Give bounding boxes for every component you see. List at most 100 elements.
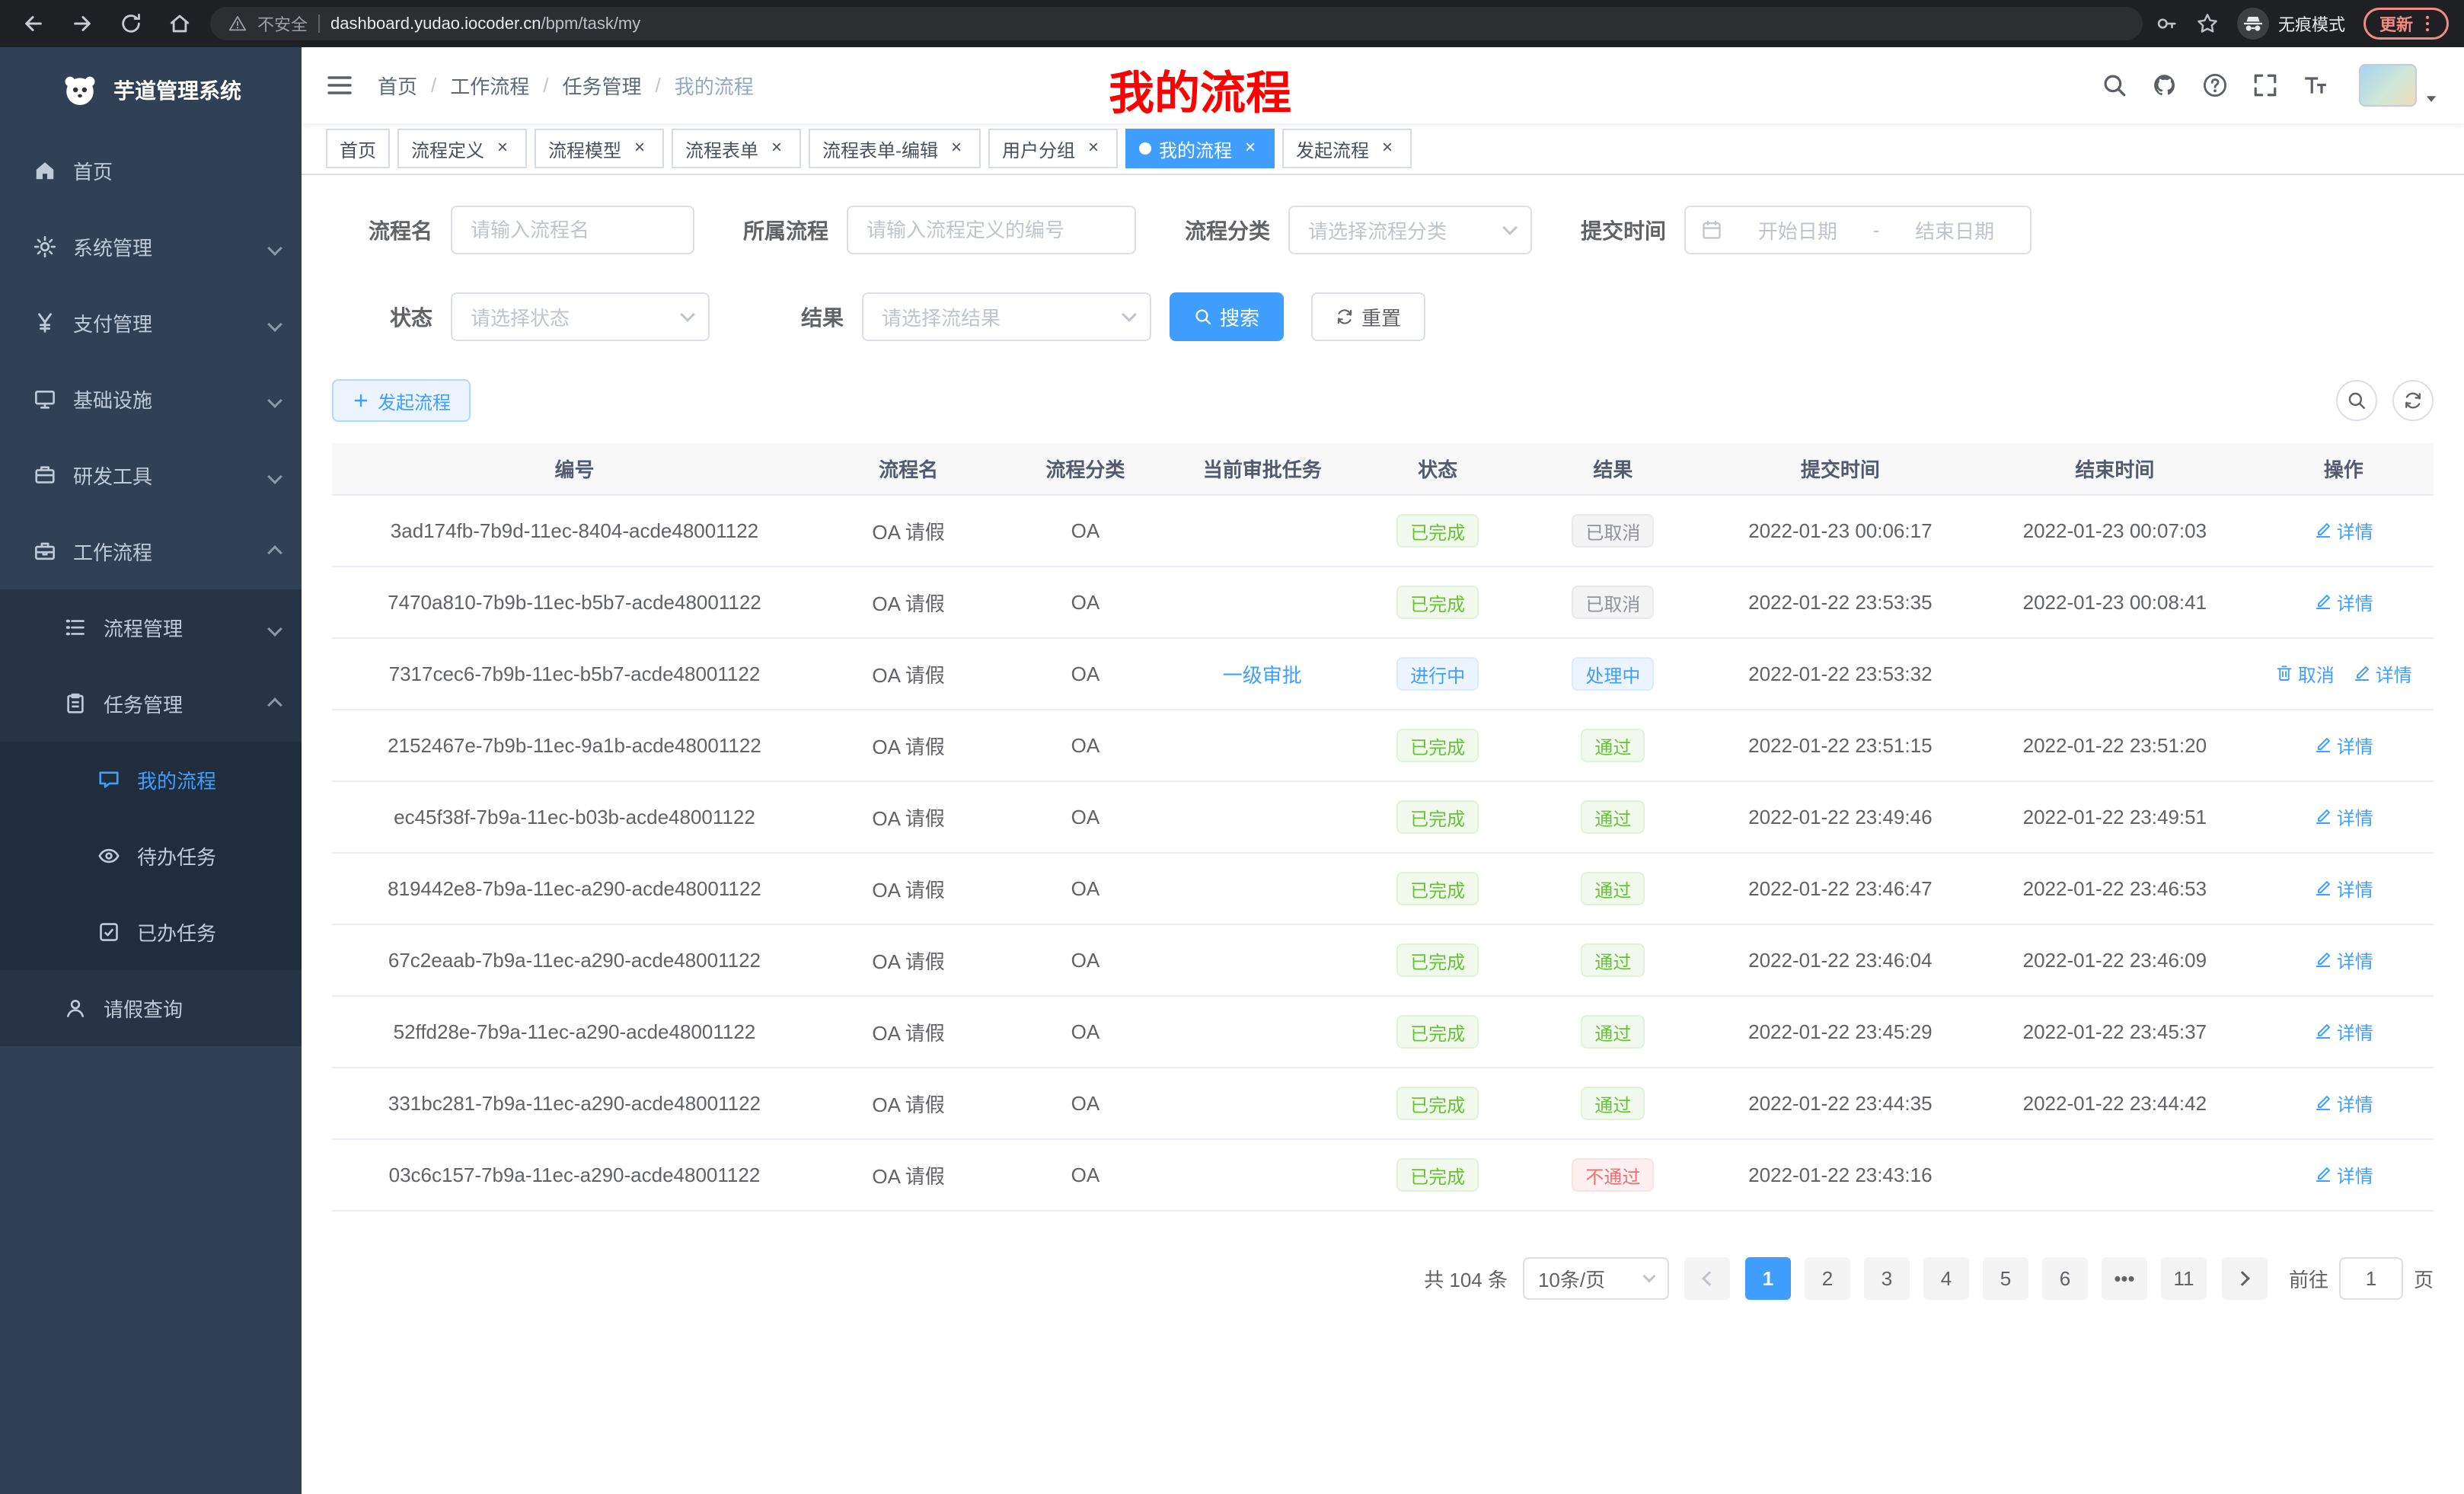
tab-3[interactable]: 流程表单×	[672, 129, 801, 168]
user-avatar[interactable]	[2359, 64, 2417, 107]
result-select[interactable]: 请选择流结果	[862, 292, 1151, 341]
pagination-prev-button[interactable]	[1684, 1257, 1730, 1300]
home-button[interactable]	[161, 5, 198, 42]
tab-label: 流程模型	[548, 136, 621, 162]
cell-status: 已完成	[1354, 567, 1521, 638]
back-button[interactable]	[15, 5, 52, 42]
tab-2[interactable]: 流程模型 ×	[535, 129, 664, 168]
toggle-search-button[interactable]	[2336, 380, 2377, 421]
sidebar-toggle-button[interactable]	[326, 72, 353, 99]
tab-5[interactable]: 用户分组×	[988, 129, 1118, 168]
status-label: 状态	[332, 302, 451, 332]
start-process-button[interactable]: 发起流程	[332, 379, 471, 422]
detail-link[interactable]: 详情	[2314, 517, 2373, 544]
process-name-input[interactable]	[452, 207, 693, 253]
end-date-placeholder[interactable]: 结束日期	[1894, 216, 2015, 244]
pagination-more[interactable]: •••	[2102, 1257, 2147, 1300]
reload-button[interactable]	[113, 5, 149, 42]
parent-process-input[interactable]	[848, 207, 1135, 253]
cell-status: 已完成	[1354, 924, 1521, 996]
tab-6[interactable]: 我的流程 ×	[1125, 129, 1275, 168]
security-label[interactable]: 不安全	[257, 11, 308, 36]
status-tag: 进行中	[1396, 657, 1479, 691]
fullscreen-button[interactable]	[2252, 72, 2278, 98]
breadcrumb-item[interactable]: 首页	[378, 72, 417, 100]
reset-button[interactable]: 重置	[1311, 292, 1425, 341]
current-task-link[interactable]: 一级审批	[1223, 664, 1302, 687]
detail-link[interactable]: 详情	[2353, 660, 2412, 687]
detail-link[interactable]: 详情	[2314, 1090, 2373, 1116]
pagination-next-button[interactable]	[2222, 1257, 2268, 1300]
cell-result: 不通过	[1521, 1139, 1704, 1211]
incognito-glyph	[2242, 12, 2265, 35]
address-bar[interactable]: 不安全 dashboard.yudao.iocoder.cn/bpm/task/…	[210, 7, 2143, 40]
close-icon[interactable]: ×	[1240, 138, 1261, 159]
detail-link[interactable]: 详情	[2314, 732, 2373, 758]
tab-4[interactable]: 流程表单-编辑×	[809, 129, 981, 168]
sidebar-item-payment-management[interactable]: 支付管理	[0, 285, 302, 361]
category-select[interactable]: 请选择流程分类	[1288, 206, 1532, 254]
search-button[interactable]: 搜索	[1170, 292, 1284, 341]
close-icon[interactable]: ×	[1083, 138, 1104, 159]
detail-link[interactable]: 详情	[2314, 589, 2373, 615]
start-date-placeholder[interactable]: 开始日期	[1738, 216, 1858, 244]
close-icon[interactable]: ×	[946, 138, 967, 159]
pagination-jump: 前往 页	[2289, 1257, 2434, 1300]
app-logo[interactable]: 芋道管理系统	[0, 47, 302, 132]
password-manager-icon[interactable]	[2155, 12, 2178, 35]
sidebar-item-task-management[interactable]: 任务管理	[0, 666, 302, 742]
sidebar-item-infrastructure[interactable]: 基础设施	[0, 361, 302, 437]
goto-page-input[interactable]	[2339, 1257, 2403, 1300]
tab-1[interactable]: 流程定义×	[397, 129, 527, 168]
tab-0[interactable]: 首页	[326, 129, 390, 168]
update-button[interactable]: 更新	[2363, 8, 2449, 40]
font-size-button[interactable]	[2303, 72, 2328, 98]
tab-label: 我的流程	[1159, 136, 1232, 162]
pagination-page-5[interactable]: 5	[1983, 1257, 2028, 1300]
browser-menu-icon[interactable]	[2418, 14, 2437, 34]
sidebar-item-leave-query[interactable]: 请假查询	[0, 970, 302, 1046]
pagination-page-11[interactable]: 11	[2161, 1257, 2207, 1300]
page-size-select[interactable]: 10条/页	[1523, 1257, 1669, 1300]
header-search-button[interactable]	[2102, 72, 2127, 98]
pagination-page-6[interactable]: 6	[2042, 1257, 2088, 1300]
detail-link[interactable]: 详情	[2314, 803, 2373, 830]
breadcrumb-item[interactable]: 工作流程	[450, 72, 529, 100]
detail-link[interactable]: 详情	[2314, 1018, 2373, 1045]
status-select[interactable]: 请选择状态	[451, 292, 710, 341]
github-link[interactable]	[2152, 72, 2178, 98]
cancel-link[interactable]: 取消	[2275, 660, 2335, 687]
close-icon[interactable]: ×	[629, 138, 650, 159]
sidebar-item-dev-tools[interactable]: 研发工具	[0, 437, 302, 513]
status-tag: 已完成	[1396, 586, 1479, 619]
breadcrumb-item[interactable]: 任务管理	[563, 72, 642, 100]
submit-time-range-picker[interactable]: 开始日期 - 结束日期	[1684, 206, 2032, 254]
pagination-page-4[interactable]: 4	[1923, 1257, 1969, 1300]
detail-link[interactable]: 详情	[2314, 1161, 2373, 1188]
sidebar-item-process-management[interactable]: 流程管理	[0, 589, 302, 666]
user-menu[interactable]	[2359, 64, 2440, 107]
edit-icon	[2314, 521, 2332, 539]
pagination-page-3[interactable]: 3	[1864, 1257, 1910, 1300]
close-icon[interactable]: ×	[492, 138, 513, 159]
incognito-label: 无痕模式	[2278, 11, 2345, 36]
chevron-up-icon	[270, 692, 280, 716]
refresh-table-button[interactable]	[2392, 380, 2434, 421]
sidebar-item-my-process[interactable]: 我的流程	[0, 742, 302, 818]
sidebar-item-workflow[interactable]: 工作流程	[0, 513, 302, 589]
sidebar-item-home[interactable]: 首页	[0, 132, 302, 209]
sidebar-item-system-management[interactable]: 系统管理	[0, 209, 302, 285]
close-icon[interactable]: ×	[766, 138, 787, 159]
pagination-page-1[interactable]: 1	[1745, 1257, 1791, 1300]
sidebar-item-done-task[interactable]: 已办任务	[0, 894, 302, 970]
forward-button[interactable]	[64, 5, 101, 42]
cell-process-name: OA 请假	[817, 710, 1000, 781]
tab-7[interactable]: 发起流程×	[1282, 129, 1412, 168]
close-icon[interactable]: ×	[1377, 138, 1398, 159]
sidebar-item-todo-task[interactable]: 待办任务	[0, 818, 302, 894]
detail-link[interactable]: 详情	[2314, 875, 2373, 902]
detail-link[interactable]: 详情	[2314, 947, 2373, 973]
bookmark-star-icon[interactable]	[2196, 12, 2219, 35]
help-button[interactable]	[2202, 72, 2228, 98]
pagination-page-2[interactable]: 2	[1805, 1257, 1850, 1300]
